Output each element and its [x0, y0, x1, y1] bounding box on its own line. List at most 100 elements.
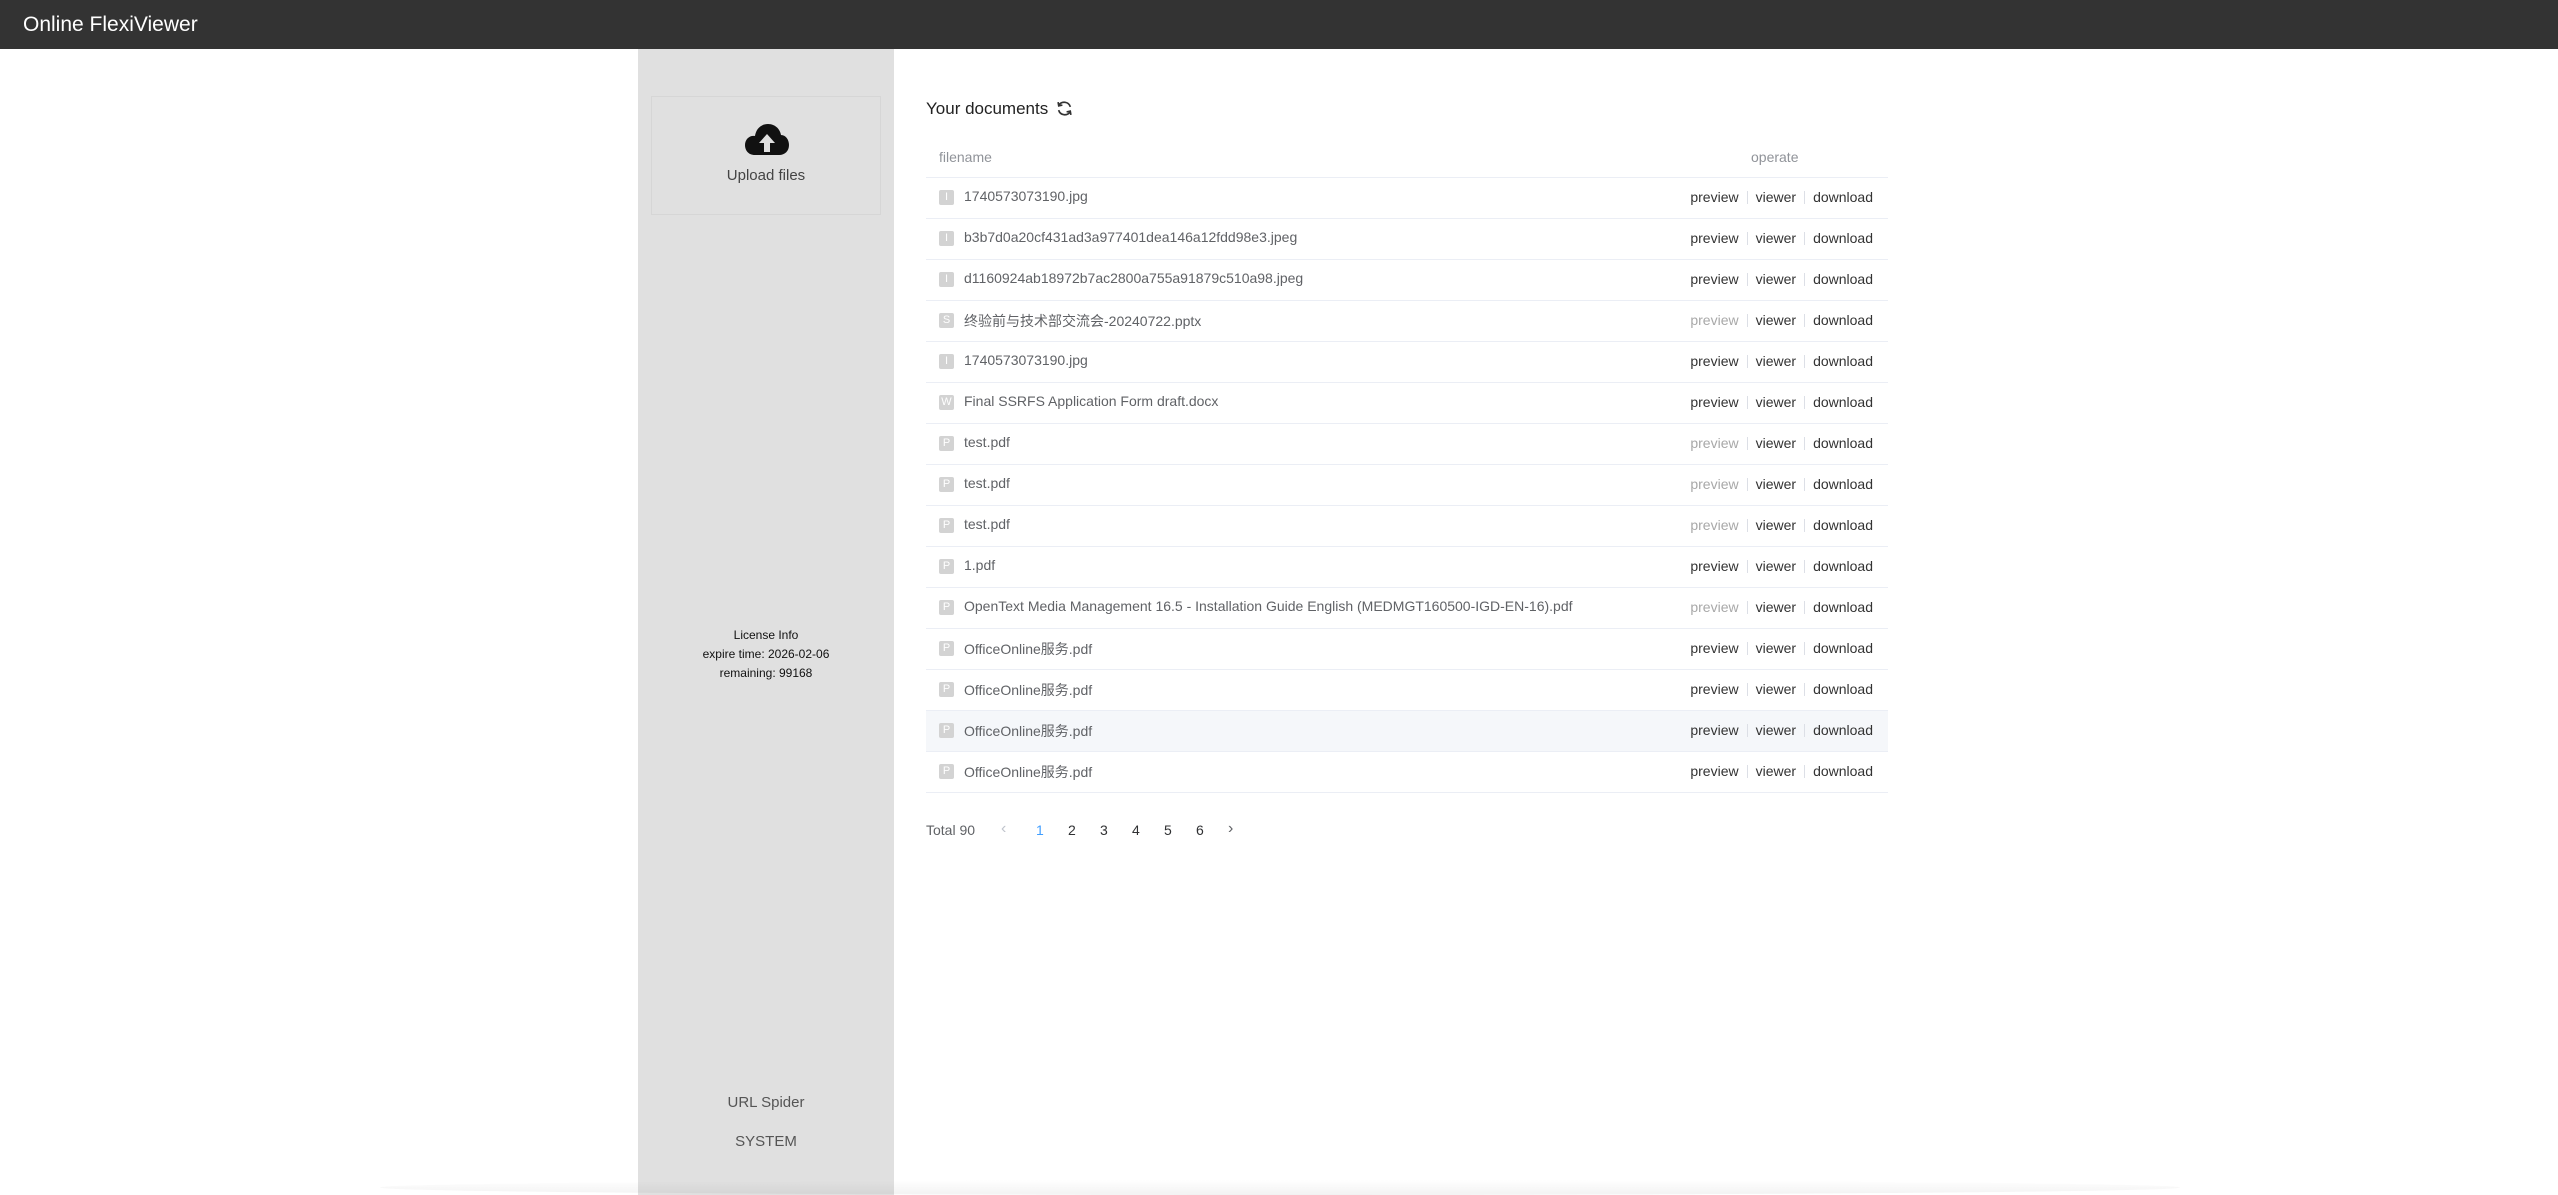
- prev-page-icon[interactable]: ‹: [1001, 820, 1006, 838]
- download-link[interactable]: download: [1813, 722, 1873, 738]
- viewer-link[interactable]: viewer: [1756, 435, 1796, 451]
- file-type-icon: P: [939, 641, 954, 656]
- divider: [1746, 232, 1748, 245]
- table-body: I 1740573073190.jpg preview viewer download I…: [926, 178, 1888, 793]
- download-link[interactable]: download: [1813, 517, 1873, 533]
- file-type-icon: S: [939, 313, 954, 328]
- preview-link[interactable]: preview: [1690, 435, 1738, 451]
- file-name: 1.pdf: [964, 557, 996, 573]
- file-name: OfficeOnline服务.pdf: [964, 723, 1093, 739]
- file-name: test.pdf: [964, 475, 1010, 491]
- download-link[interactable]: download: [1813, 558, 1873, 574]
- download-link[interactable]: download: [1813, 435, 1873, 451]
- divider: [1804, 232, 1806, 245]
- viewer-link[interactable]: viewer: [1756, 722, 1796, 738]
- divider: [1804, 560, 1806, 573]
- row-operations: preview viewer download: [1690, 271, 1873, 287]
- divider: [1804, 478, 1806, 491]
- divider: [1746, 560, 1748, 573]
- preview-link[interactable]: preview: [1690, 517, 1738, 533]
- row-operations: preview viewer download: [1690, 476, 1873, 492]
- file-name: test.pdf: [964, 434, 1010, 450]
- divider: [1746, 601, 1748, 614]
- row-operations: preview viewer download: [1690, 681, 1873, 697]
- viewer-link[interactable]: viewer: [1756, 271, 1796, 287]
- upload-area[interactable]: Upload files: [651, 96, 881, 215]
- preview-link[interactable]: preview: [1690, 558, 1738, 574]
- cloud-upload-icon: [745, 124, 789, 155]
- viewer-link[interactable]: viewer: [1756, 599, 1796, 615]
- download-link[interactable]: download: [1813, 476, 1873, 492]
- preview-link[interactable]: preview: [1690, 271, 1738, 287]
- table-row: Ptest.pdf preview viewer download: [926, 465, 1888, 506]
- download-link[interactable]: download: [1813, 763, 1873, 779]
- page-1[interactable]: 1: [1036, 822, 1044, 838]
- sidebar: Upload files License Info expire time: 2…: [638, 49, 894, 1195]
- divider: [1746, 765, 1748, 778]
- viewer-link[interactable]: viewer: [1756, 681, 1796, 697]
- file-name: d1160924ab18972b7ac2800a755a91879c510a98…: [964, 270, 1304, 286]
- download-link[interactable]: download: [1813, 640, 1873, 656]
- bottom-shadow: [380, 1180, 2180, 1195]
- viewer-link[interactable]: viewer: [1756, 353, 1796, 369]
- page-5[interactable]: 5: [1164, 822, 1172, 838]
- preview-link[interactable]: preview: [1690, 230, 1738, 246]
- file-name: 1740573073190.jpg: [964, 352, 1088, 368]
- system-link[interactable]: SYSTEM: [638, 1133, 894, 1150]
- viewer-link[interactable]: viewer: [1756, 230, 1796, 246]
- viewer-link[interactable]: viewer: [1756, 763, 1796, 779]
- preview-link[interactable]: preview: [1690, 722, 1738, 738]
- file-type-icon: I: [939, 354, 954, 369]
- preview-link[interactable]: preview: [1690, 189, 1738, 205]
- download-link[interactable]: download: [1813, 599, 1873, 615]
- viewer-link[interactable]: viewer: [1756, 189, 1796, 205]
- top-bar: Online FlexiViewer: [0, 0, 2558, 49]
- divider: [1804, 765, 1806, 778]
- file-name: 1740573073190.jpg: [964, 188, 1088, 204]
- download-link[interactable]: download: [1813, 230, 1873, 246]
- column-header-operate: operate: [1751, 149, 1799, 165]
- pagination: Total 90 ‹ 1 2 3 4 5 6 ›: [926, 818, 1526, 842]
- file-name: 终验前与技术部交流会-20240722.pptx: [964, 313, 1202, 329]
- file-type-icon: W: [939, 395, 954, 410]
- file-type-icon: P: [939, 559, 954, 574]
- row-operations: preview viewer download: [1690, 722, 1873, 738]
- table-row: Ptest.pdf preview viewer download: [926, 424, 1888, 465]
- viewer-link[interactable]: viewer: [1756, 558, 1796, 574]
- preview-link[interactable]: preview: [1690, 353, 1738, 369]
- page-6[interactable]: 6: [1196, 822, 1204, 838]
- preview-link[interactable]: preview: [1690, 681, 1738, 697]
- next-page-icon[interactable]: ›: [1228, 820, 1233, 838]
- documents-title: Your documents: [926, 99, 1049, 118]
- download-link[interactable]: download: [1813, 394, 1873, 410]
- viewer-link[interactable]: viewer: [1756, 394, 1796, 410]
- preview-link[interactable]: preview: [1690, 763, 1738, 779]
- divider: [1804, 724, 1806, 737]
- viewer-link[interactable]: viewer: [1756, 312, 1796, 328]
- preview-link[interactable]: preview: [1690, 476, 1738, 492]
- file-type-icon: I: [939, 190, 954, 205]
- download-link[interactable]: download: [1813, 353, 1873, 369]
- row-operations: preview viewer download: [1690, 394, 1873, 410]
- download-link[interactable]: download: [1813, 271, 1873, 287]
- preview-link[interactable]: preview: [1690, 599, 1738, 615]
- url-spider-link[interactable]: URL Spider: [638, 1094, 894, 1111]
- refresh-icon[interactable]: [1056, 100, 1073, 117]
- page-2[interactable]: 2: [1068, 822, 1076, 838]
- page-3[interactable]: 3: [1100, 822, 1108, 838]
- divider: [1746, 396, 1748, 409]
- divider: [1746, 724, 1748, 737]
- preview-link[interactable]: preview: [1690, 394, 1738, 410]
- page-4[interactable]: 4: [1132, 822, 1140, 838]
- preview-link[interactable]: preview: [1690, 640, 1738, 656]
- download-link[interactable]: download: [1813, 681, 1873, 697]
- download-link[interactable]: download: [1813, 312, 1873, 328]
- divider: [1804, 437, 1806, 450]
- divider: [1804, 314, 1806, 327]
- viewer-link[interactable]: viewer: [1756, 476, 1796, 492]
- preview-link[interactable]: preview: [1690, 312, 1738, 328]
- download-link[interactable]: download: [1813, 189, 1873, 205]
- viewer-link[interactable]: viewer: [1756, 517, 1796, 533]
- viewer-link[interactable]: viewer: [1756, 640, 1796, 656]
- divider: [1746, 478, 1748, 491]
